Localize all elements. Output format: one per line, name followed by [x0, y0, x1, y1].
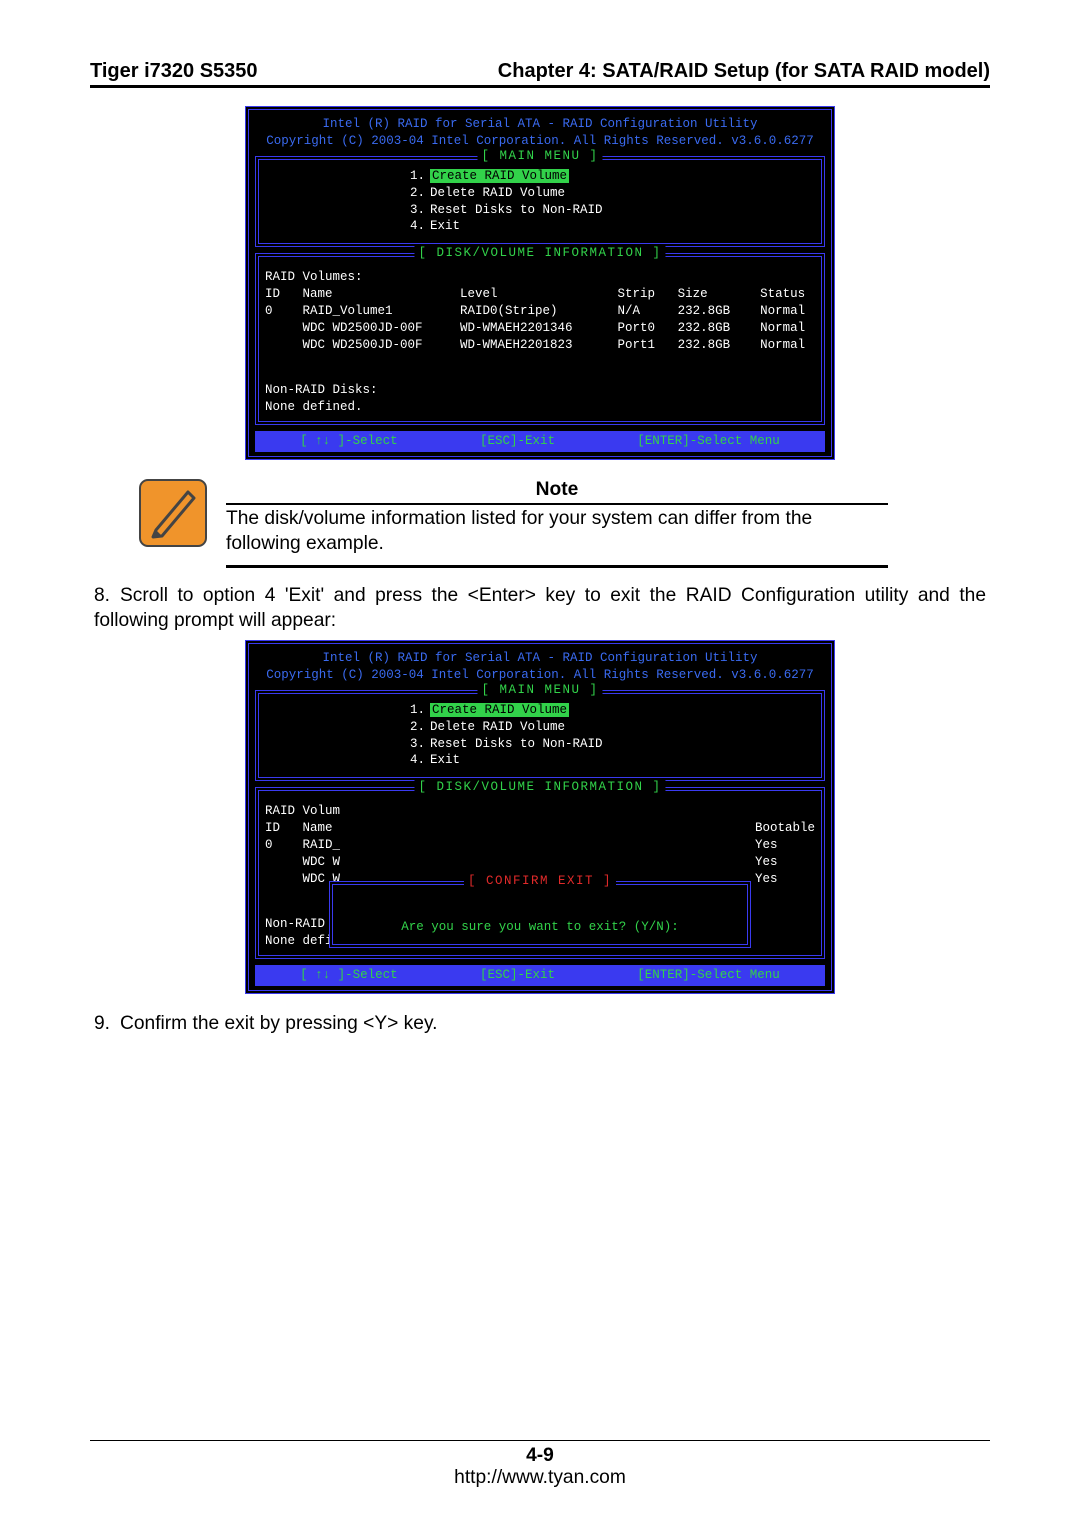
menu-item-create: 1.Create RAID Volume — [265, 168, 815, 185]
none-defined: None defined. — [265, 399, 815, 416]
bios-screen-2: Intel (R) RAID for Serial ATA - RAID Con… — [245, 640, 835, 994]
table-row: 0 RAID_ — [265, 837, 340, 854]
pencil-note-icon — [138, 478, 208, 553]
table-row: Yes — [755, 871, 815, 888]
table-row: Yes — [755, 837, 815, 854]
main-menu-label-2: [ MAIN MENU ] — [477, 682, 602, 699]
disk-info-panel-2: [ DISK/VOLUME INFORMATION ] RAID Volum I… — [255, 787, 825, 959]
footer-enter: [ENTER]-Select Menu — [637, 433, 780, 450]
header-left: Tiger i7320 S5350 — [90, 60, 258, 83]
disk-info-label: [ DISK/VOLUME INFORMATION ] — [414, 245, 665, 262]
bios-footer-bar: [ ↑↓ ]-Select [ESC]-Exit [ENTER]-Select … — [255, 431, 825, 452]
raid-table-header: ID Name Level Strip Size Status Bootable — [265, 286, 815, 303]
step-9: 9.Confirm the exit by pressing <Y> key. — [94, 1012, 986, 1037]
table-row: 0 RAID_Volume1 RAID0(Stripe) N/A 232.8GB… — [265, 303, 815, 320]
table-row: Yes — [755, 854, 815, 871]
footer-select: [ ↑↓ ]-Select — [300, 433, 398, 450]
step-8: 8.Scroll to option 4 'Exit' and press th… — [94, 584, 986, 634]
non-raid-heading: Non-RAID Disks: — [265, 382, 815, 399]
page-header: Tiger i7320 S5350 Chapter 4: SATA/RAID S… — [90, 60, 990, 88]
page-footer: 4-9 http://www.tyan.com — [0, 1440, 1080, 1489]
menu-item-delete: 2.Delete RAID Volume — [265, 185, 815, 202]
bios-screen-1: Intel (R) RAID for Serial ATA - RAID Con… — [245, 106, 835, 460]
main-menu-panel-2: [ MAIN MENU ] 1.Create RAID Volume 2.Del… — [255, 690, 825, 782]
note-block: Note The disk/volume information listed … — [138, 478, 888, 568]
menu-list[interactable]: 1.Create RAID Volume 2.Delete RAID Volum… — [265, 168, 815, 236]
raid-volumes-heading: RAID Volumes: — [265, 269, 815, 286]
footer-esc: [ESC]-Exit — [480, 433, 555, 450]
disk-info-label-2: [ DISK/VOLUME INFORMATION ] — [414, 779, 665, 796]
note-body: The disk/volume information listed for y… — [226, 507, 888, 557]
bios-title-1b: Intel (R) RAID for Serial ATA - RAID Con… — [259, 650, 821, 667]
confirm-exit-label: [ CONFIRM EXIT ] — [464, 873, 616, 890]
menu-item-exit: 4.Exit — [265, 218, 815, 235]
table-row: WDC WD2500JD-00F WD-WMAEH2201346 Port0 2… — [265, 320, 815, 337]
footer-url: http://www.tyan.com — [0, 1467, 1080, 1489]
main-menu-panel: [ MAIN MENU ] 1.Create RAID Volume 2.Del… — [255, 156, 825, 248]
raid-volumes-heading-2: RAID Volum — [265, 803, 340, 820]
table-row: WDC W — [265, 854, 340, 871]
confirm-exit-text: Are you sure you want to exit? (Y/N): — [341, 919, 739, 936]
header-right: Chapter 4: SATA/RAID Setup (for SATA RAI… — [498, 60, 990, 83]
bios-footer-bar-2: [ ↑↓ ]-Select [ESC]-Exit [ENTER]-Select … — [255, 965, 825, 986]
table-row: WDC WD2500JD-00F WD-WMAEH2201823 Port1 2… — [265, 337, 815, 354]
page-number: 4-9 — [0, 1445, 1080, 1467]
bios-title-1: Intel (R) RAID for Serial ATA - RAID Con… — [259, 116, 821, 133]
main-menu-label: [ MAIN MENU ] — [477, 148, 602, 165]
confirm-exit-dialog[interactable]: [ CONFIRM EXIT ] Are you sure you want t… — [329, 881, 751, 948]
menu-item-reset: 3.Reset Disks to Non-RAID — [265, 202, 815, 219]
disk-info-panel: [ DISK/VOLUME INFORMATION ] RAID Volumes… — [255, 253, 825, 425]
note-heading: Note — [226, 478, 888, 505]
